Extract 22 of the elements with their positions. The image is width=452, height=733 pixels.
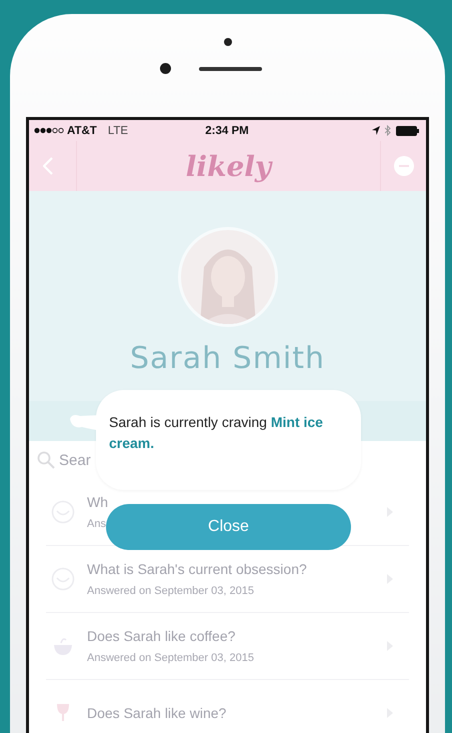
location-icon [372,126,380,135]
bluetooth-icon [385,125,392,136]
app-logo: likely [186,150,272,182]
answer-date: Ans [87,518,106,530]
popup-message: Sarah is currently craving Mint ice cream. [109,413,324,453]
answer-date: Answered on September 03, 2015 [87,585,254,597]
status-time: 2:34 PM [204,124,250,136]
speaker-icon [198,66,262,70]
question-title: Does Sarah like coffee? [87,628,236,644]
sensor-icon [224,38,232,46]
question-title: Wh [87,494,108,510]
answer-date: Answered on September 03, 2015 [87,652,254,664]
camera-icon [160,63,170,74]
search-icon [37,451,55,469]
question-title: Does Sarah like wine? [87,705,226,721]
carrier-name: AT&T [67,124,97,136]
profile-name: Sarah Smith [130,341,326,376]
battery-icon [396,126,420,136]
close-button[interactable]: Close [106,504,351,550]
question-title: What is Sarah's current obsession? [87,561,307,577]
network-type: LTE [108,124,128,136]
signal-icon [34,127,64,134]
